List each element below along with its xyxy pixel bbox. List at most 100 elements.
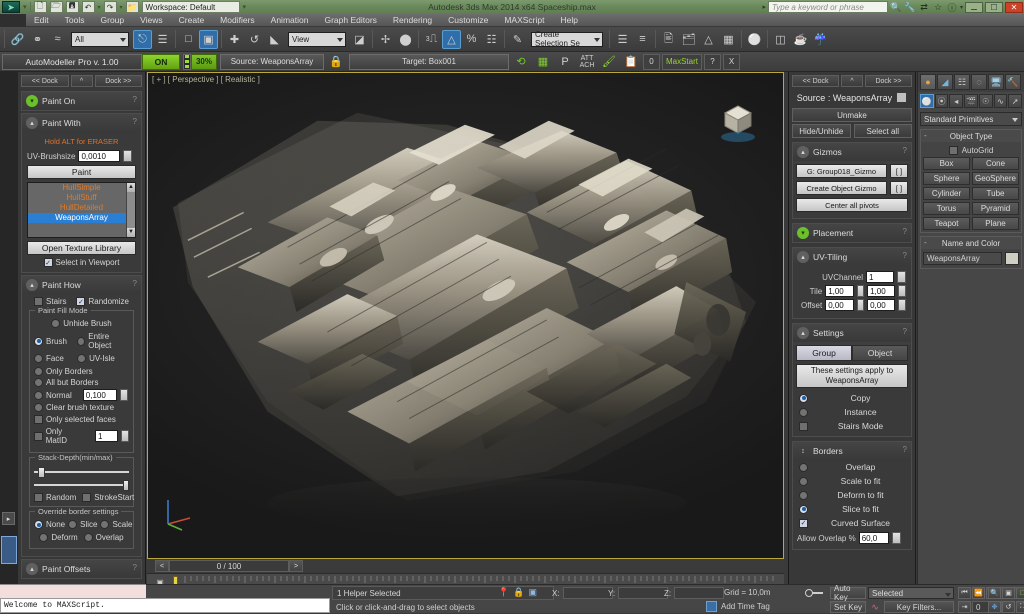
radio-override-deform[interactable] <box>39 533 48 542</box>
notes-icon[interactable]: 📋 <box>621 53 641 70</box>
viewport-perspective[interactable]: [ + ] [ Perspective ] [ Realistic ] <box>147 72 784 559</box>
zoom-extents-icon[interactable]: □ <box>1016 587 1024 599</box>
rollout-paint-on-header[interactable]: ▾ Paint On ? <box>22 92 141 110</box>
menu-item-modifiers[interactable]: Modifiers <box>212 14 262 27</box>
radio-clear-brush-texture[interactable] <box>34 403 43 412</box>
time-tag-icon[interactable] <box>706 601 717 612</box>
time-slider[interactable]: < 0 / 100 > <box>147 559 784 573</box>
checkbox-select-in-viewport[interactable]: ✓ <box>44 258 53 267</box>
stairs-row[interactable]: Stairs <box>34 297 66 306</box>
menu-item-maxscript[interactable]: MAXScript <box>496 14 552 27</box>
radio-brush[interactable] <box>34 337 43 346</box>
autogrid-row[interactable]: AutoGrid <box>923 144 1019 157</box>
pan-icon[interactable]: ✥ <box>988 601 1001 613</box>
help-icon[interactable]: ? <box>903 445 907 454</box>
rollout-paint-how-header[interactable]: ▴ Paint How ? <box>22 276 141 294</box>
radio-copy[interactable] <box>799 394 808 403</box>
checkbox-only-matid[interactable] <box>34 432 43 441</box>
only-selected-faces-row[interactable]: Only selected faces <box>34 415 129 424</box>
rollout-settings-header[interactable]: ▴ Settings ? <box>793 324 911 342</box>
rollout-paint-offsets-header[interactable]: ▴ Paint Offsets ? <box>22 560 141 578</box>
checkbox-stroke-start[interactable] <box>82 493 91 502</box>
help-chevron-icon[interactable]: ▾ <box>960 4 963 11</box>
auto-key-button[interactable]: Auto Key <box>830 587 866 599</box>
object-name-input[interactable]: WeaponsArray <box>923 252 1002 265</box>
dock-left-button[interactable]: << Dock <box>792 75 839 87</box>
radio-override-none[interactable] <box>34 520 43 529</box>
logo-dropdown-icon[interactable]: ▾ <box>23 3 27 11</box>
radio-border-deform-to-fit[interactable] <box>799 491 808 500</box>
percent-snap-icon[interactable]: % <box>462 30 481 49</box>
schematic-view-icon[interactable]: ▦ <box>719 30 738 49</box>
refresh-icon[interactable]: ⟲ <box>511 53 531 70</box>
name-and-color-header[interactable]: - Name and Color <box>921 237 1021 249</box>
create-tab[interactable]: ● <box>920 74 936 90</box>
counter-field[interactable]: 0 <box>643 54 660 70</box>
current-frame-display[interactable]: 0 / 100 <box>169 560 289 572</box>
pyramid-button[interactable]: Pyramid <box>972 202 1019 215</box>
offset-u-input[interactable]: 0,00 <box>825 299 853 311</box>
geometry-icon[interactable]: ⚪ <box>920 94 934 108</box>
shapes-icon[interactable]: ⦿ <box>935 94 949 108</box>
help-icon[interactable]: ? <box>903 251 907 260</box>
list-scrollbar[interactable]: ▲ ▼ <box>126 183 135 237</box>
option-border-slice-to-fit[interactable]: Slice to fit <box>793 502 911 516</box>
helper-gizmo-box[interactable] <box>711 91 765 145</box>
option-face[interactable]: Face <box>34 354 71 363</box>
select-region-icon[interactable]: □ <box>179 30 198 49</box>
option-override-scale[interactable]: Scale <box>100 520 132 529</box>
save-icon[interactable]: 🖪 <box>66 1 79 13</box>
prev-frame-icon[interactable]: ⏪ <box>972 587 985 599</box>
render-setup-icon[interactable]: ◫ <box>771 30 790 49</box>
help-button[interactable]: ? <box>704 54 721 70</box>
open-icon[interactable]: 🗁 <box>50 1 63 13</box>
lock-selection-icon[interactable]: 🔒 <box>513 587 524 598</box>
space-warps-icon[interactable]: ∿ <box>994 94 1008 108</box>
star-icon[interactable]: ☆ <box>932 1 944 13</box>
scroll-up-icon[interactable]: ▲ <box>127 183 135 192</box>
maximize-viewport-icon[interactable]: ⛶ <box>1016 601 1024 613</box>
offset-u-stepper[interactable] <box>857 299 865 311</box>
unmake-button[interactable]: Unmake <box>792 108 912 122</box>
select-rotate-icon[interactable]: ↺ <box>245 30 264 49</box>
select-by-name-icon[interactable]: ☰ <box>153 30 172 49</box>
radio-unhide-brush[interactable] <box>51 319 60 328</box>
window-crossing-icon[interactable]: ▣ <box>199 30 218 49</box>
lock-icon[interactable]: 🔒 <box>326 53 346 70</box>
help-icon[interactable]: ? <box>133 563 137 572</box>
help-icon[interactable]: ? <box>133 95 137 104</box>
new-icon[interactable]: 🗋 <box>34 1 47 13</box>
radio-face[interactable] <box>34 354 43 363</box>
dock-left-button[interactable]: << Dock <box>21 75 69 87</box>
radio-normal[interactable] <box>34 391 43 400</box>
rollout-uv-tiling-header[interactable]: ▴ UV-Tiling ? <box>793 248 911 266</box>
zoom-all-icon[interactable]: ▣ <box>1002 587 1015 599</box>
brushsize-stepper[interactable] <box>123 150 132 162</box>
center-all-pivots-button[interactable]: Center all pivots <box>796 198 908 212</box>
plane-button[interactable]: Plane <box>972 217 1019 230</box>
dock-right-button[interactable]: Dock >> <box>95 75 143 87</box>
display-tab[interactable]: 🖥 <box>988 74 1004 90</box>
stack-depth-min-slider[interactable] <box>34 467 129 477</box>
go-to-start-icon[interactable]: ⏮ <box>958 587 971 599</box>
menu-item-edit[interactable]: Edit <box>26 14 57 27</box>
option-border-overlap[interactable]: Overlap <box>793 460 911 474</box>
set-project-icon[interactable]: 📁 <box>126 1 139 13</box>
menu-item-customize[interactable]: Customize <box>440 14 496 27</box>
tile-u-input[interactable]: 1,00 <box>825 285 853 297</box>
menu-item-rendering[interactable]: Rendering <box>385 14 440 27</box>
slider-knob[interactable] <box>38 467 45 478</box>
radio-uv-isle[interactable] <box>77 354 86 363</box>
select-object-icon[interactable]: ⎋ <box>133 30 152 49</box>
only-matid-row[interactable]: Only MatID 1 <box>34 427 129 445</box>
curved-surface-row[interactable]: ✓ Curved Surface <box>793 516 911 530</box>
matid-input[interactable]: 1 <box>95 430 118 442</box>
box-button[interactable]: Box <box>923 157 970 170</box>
checkbox-stairs[interactable] <box>34 297 43 306</box>
help-icon[interactable]: ⓘ <box>946 1 958 13</box>
workspace-selector[interactable]: Workspace: Default <box>142 1 240 13</box>
search-chevron-icon[interactable]: ▸ <box>762 3 766 11</box>
option-override-slice[interactable]: Slice <box>68 520 97 529</box>
matid-stepper[interactable] <box>121 430 129 442</box>
attach-icon[interactable]: ATTACH <box>577 53 597 70</box>
